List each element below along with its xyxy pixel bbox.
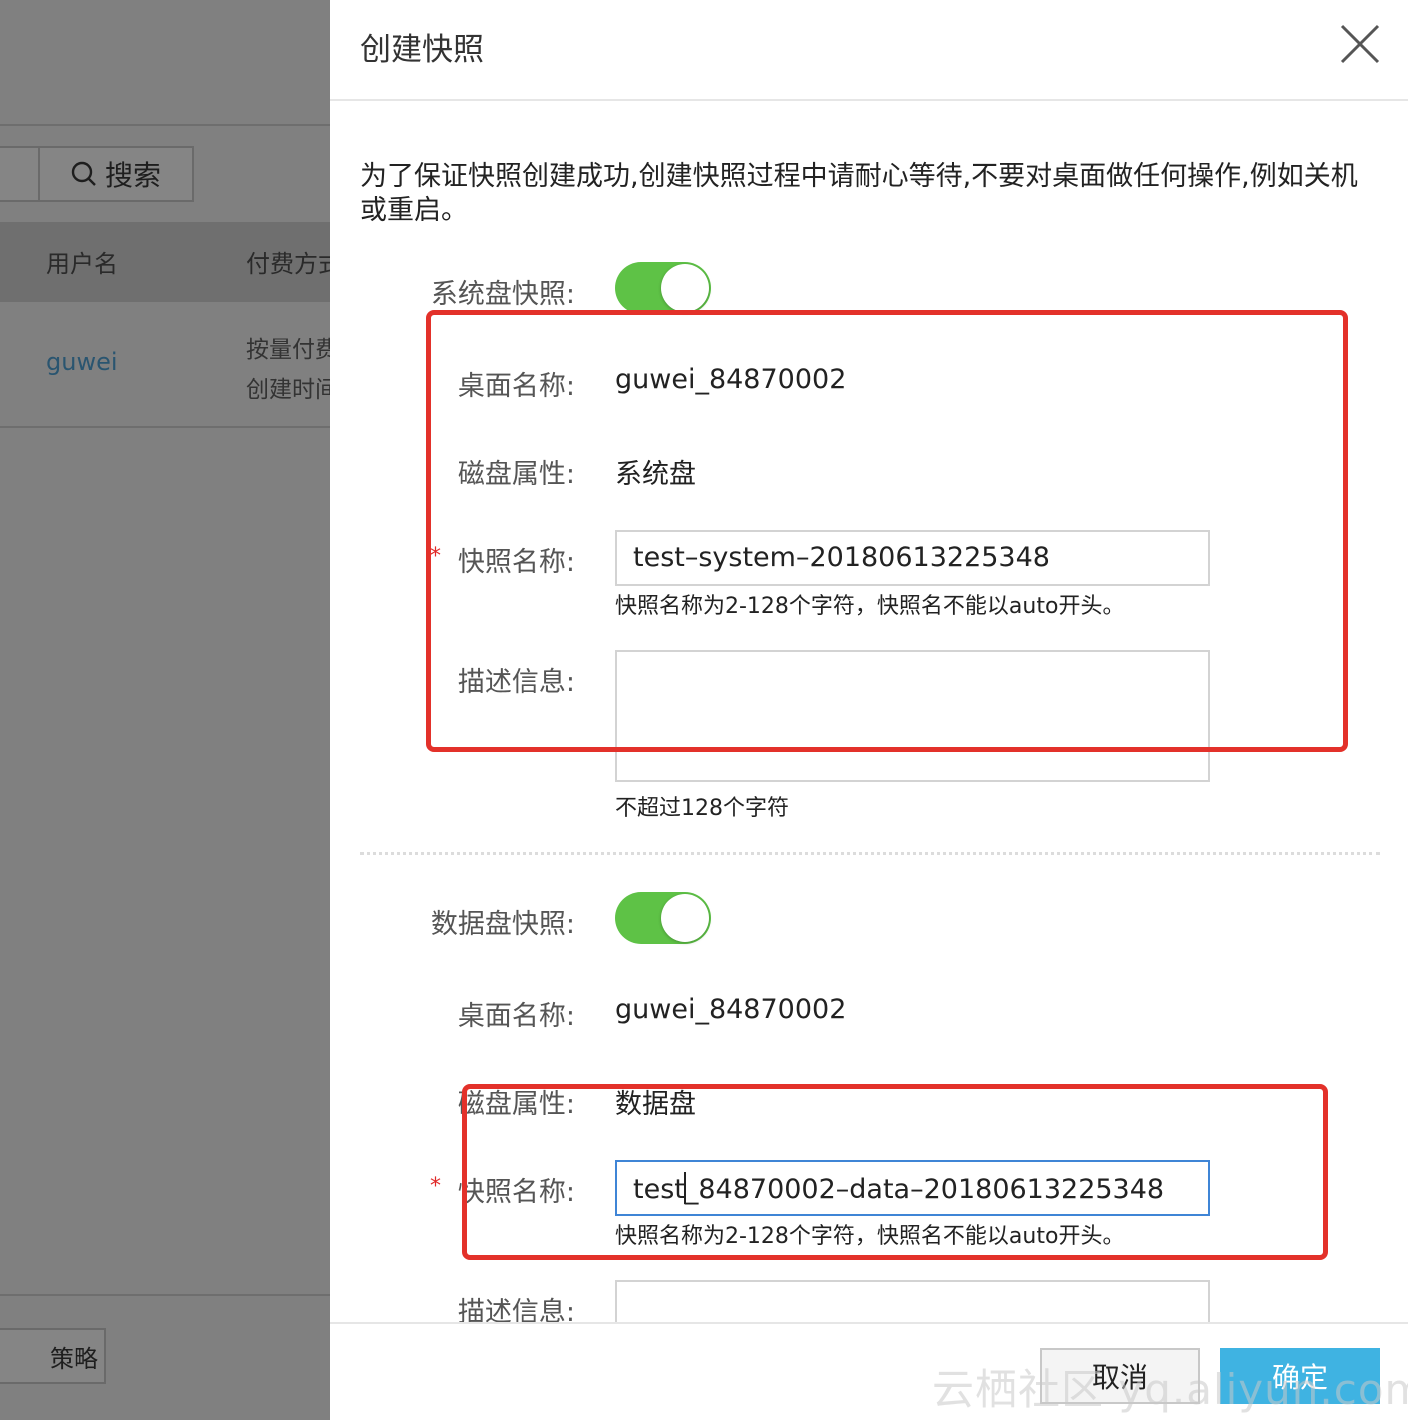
system-snapshot-toggle-label: 系统盘快照: [430, 279, 575, 310]
toggle-knob [661, 264, 709, 312]
bg-billing-cell: 按量付费 [246, 337, 330, 363]
bg-policy-button: 策略 [0, 1328, 106, 1384]
create-snapshot-dialog: 创建快照 为了保证快照创建成功,创建快照过程中请耐心等待,不要对桌面做任何操作,… [330, 0, 1408, 1420]
input-text-after-caret: _84870002–data–20180613225348 [684, 1174, 1165, 1205]
system-snapshot-name-hint: 快照名称为2-128个字符，快照名不能以auto开头。 [615, 594, 1125, 619]
close-button[interactable] [1338, 22, 1382, 66]
data-snapshot-name-label: 快照名称: [457, 1177, 575, 1208]
system-description-textarea[interactable] [615, 650, 1210, 782]
bg-header-username: 用户名 [46, 250, 118, 278]
data-snapshot-toggle-label: 数据盘快照: [430, 909, 575, 940]
data-desktop-name-label: 桌面名称: [457, 1001, 575, 1032]
notice-text: 为了保证快照创建成功,创建快照过程中请耐心等待,不要对桌面做任何操作,例如关机或… [360, 161, 1358, 226]
background-page: 搜索 用户名 付费方式 guwei 按量付费 创建时间 策略 [0, 0, 330, 1420]
data-desktop-name-value: guwei_84870002 [615, 994, 847, 1025]
system-snapshot-toggle[interactable] [615, 262, 711, 314]
system-desktop-name-label: 桌面名称: [457, 371, 575, 402]
bg-search-label: 搜索 [104, 159, 161, 192]
system-disk-type-label: 磁盘属性: [457, 459, 575, 490]
bg-row-divider [0, 426, 330, 428]
data-snapshot-name-hint: 快照名称为2-128个字符，快照名不能以auto开头。 [615, 1224, 1125, 1249]
data-disk-type-value: 数据盘 [615, 1089, 696, 1120]
bg-username-link: guwei [46, 348, 118, 376]
bg-header-billing: 付费方式 [246, 250, 330, 278]
bg-divider [0, 124, 330, 126]
cancel-button[interactable]: 取消 [1040, 1348, 1200, 1404]
dialog-header: 创建快照 [330, 0, 1408, 101]
system-snapshot-name-label: 快照名称: [457, 547, 575, 578]
bg-search-button: 搜索 [38, 146, 194, 202]
dialog-footer: 取消 确定 [330, 1322, 1408, 1420]
system-desktop-name-value: guwei_84870002 [615, 364, 847, 395]
confirm-button[interactable]: 确定 [1220, 1348, 1380, 1404]
input-text-before-caret: test [633, 1174, 685, 1205]
search-icon [71, 161, 96, 186]
section-divider [360, 852, 1380, 855]
system-disk-type-value: 系统盘 [615, 459, 696, 490]
close-icon [1340, 24, 1380, 64]
bg-created-cell: 创建时间 [246, 377, 330, 403]
data-snapshot-toggle[interactable] [615, 892, 711, 944]
bg-bottom-divider [0, 1294, 330, 1296]
system-description-hint: 不超过128个字符 [615, 796, 789, 821]
toggle-knob [661, 894, 709, 942]
data-snapshot-name-input[interactable]: test_84870002–data–20180613225348 [615, 1160, 1210, 1216]
dialog-title: 创建快照 [360, 32, 484, 68]
bg-search-input [0, 146, 40, 202]
data-disk-type-label: 磁盘属性: [457, 1089, 575, 1120]
system-snapshot-name-input[interactable]: test–system–20180613225348 [615, 530, 1210, 586]
system-description-label: 描述信息: [457, 667, 575, 698]
